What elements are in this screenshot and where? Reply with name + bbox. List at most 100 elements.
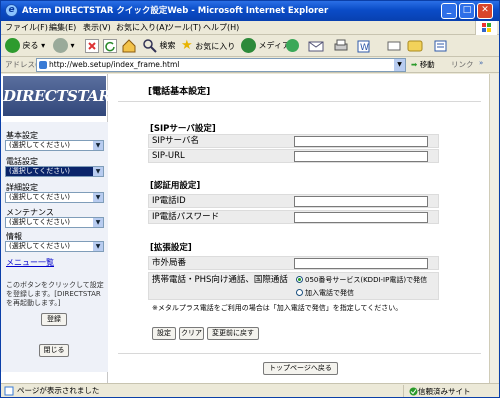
status-text: ページが表示されました: [17, 386, 100, 395]
stop-icon[interactable]: [85, 39, 99, 53]
menu-view[interactable]: 表示(V): [83, 22, 111, 34]
edit-icon[interactable]: W ▾: [356, 37, 378, 75]
radio-unselected-icon: [296, 289, 303, 296]
media-icon: [241, 38, 256, 53]
mail-icon[interactable]: [308, 37, 326, 55]
page-title: [電話基本設定]: [148, 87, 211, 97]
search-button[interactable]: 検索: [143, 37, 176, 55]
search-icon: [143, 38, 157, 53]
phone-id-input[interactable]: [294, 196, 428, 207]
area-code-label: 市外局番: [152, 258, 187, 268]
back-to-top-button[interactable]: トップページへ戻る: [263, 362, 338, 375]
phone-password-label: IP電話パスワード: [152, 212, 220, 222]
go-button[interactable]: ➡ 移動: [411, 59, 435, 70]
divider-bottom: [118, 353, 481, 354]
chevron-down-icon: ▼: [93, 242, 103, 251]
address-dropdown-icon[interactable]: ▼: [394, 59, 405, 71]
row-phone-password: IP電話パスワード: [148, 210, 439, 224]
radio-selected-icon: [296, 276, 303, 283]
menu-bar: ファイル(F) 編集(E) 表示(V) お気に入り(A) ツール(T) ヘルプ(…: [1, 21, 499, 35]
links-label[interactable]: リンク: [451, 59, 474, 70]
section-extended: [拡張設定]: [150, 243, 192, 253]
sip-url-input[interactable]: [294, 151, 428, 162]
select-info[interactable]: (選択してください) ▼: [5, 241, 104, 252]
maximize-button[interactable]: □: [459, 3, 475, 19]
chevron-down-icon: ▼: [93, 193, 103, 202]
chevron-down-icon: ▼: [93, 218, 103, 227]
menu-edit[interactable]: 編集(E): [49, 22, 76, 34]
trusted-check-icon: [409, 387, 418, 395]
title-bar: e Aterm DIRECTSTAR クイック設定Web - Microsoft…: [1, 1, 499, 21]
area-code-input[interactable]: [294, 258, 428, 269]
row-phone-id: IP電話ID: [148, 194, 439, 208]
register-note: このボタンをクリックして設定を登録します。[DIRECTSTARを再起動します。…: [6, 281, 104, 307]
select-advanced[interactable]: (選択してください) ▼: [5, 192, 104, 203]
phone-id-label: IP電話ID: [152, 196, 186, 206]
radio-landline[interactable]: 加入電話で発信: [296, 288, 354, 298]
page-content: DIRECTSTAR 基本設定 (選択してください) ▼ 電話設定 (選択してくだ…: [1, 74, 491, 383]
refresh-icon[interactable]: [103, 39, 117, 53]
forward-arrow-icon: [53, 38, 68, 53]
phone-password-input[interactable]: [294, 212, 428, 223]
research-icon[interactable]: [433, 37, 451, 55]
close-button[interactable]: ✕: [477, 3, 493, 19]
section-auth: [認証用設定]: [150, 181, 201, 191]
set-button[interactable]: 設定: [152, 327, 176, 340]
window-title: Aterm DIRECTSTAR クイック設定Web - Microsoft I…: [22, 6, 329, 16]
address-input[interactable]: http://web.setup/index_frame.html ▼: [36, 58, 406, 72]
menu-file[interactable]: ファイル(F): [5, 22, 48, 34]
favorites-button[interactable]: ★ お気に入り: [181, 37, 235, 55]
main-frame: [電話基本設定] [SIPサーバ設定] SIPサーバ名 SIP-URL [認証用…: [108, 74, 491, 383]
back-arrow-icon: [5, 38, 20, 53]
browser-window: e Aterm DIRECTSTAR クイック設定Web - Microsoft…: [0, 0, 500, 398]
discuss-icon[interactable]: [386, 37, 402, 55]
row-mobile-call: 携帯電話・PHS向け通話、国際通話 050番号サービス(KDDI-IP電話)で発…: [148, 272, 439, 300]
messenger-icon[interactable]: [407, 37, 425, 55]
svg-text:W: W: [360, 43, 369, 53]
menu-favorites[interactable]: お気に入り(A): [116, 22, 168, 34]
row-area-code: 市外局番: [148, 256, 439, 270]
status-bar: ページが表示されました 信頼済みサイト: [1, 383, 499, 397]
chevron-down-icon: ▼: [93, 167, 103, 176]
menu-list-link[interactable]: メニュー一覧: [6, 257, 54, 268]
mobile-call-label: 携帯電話・PHS向け通話、国際通話: [152, 275, 288, 285]
go-arrow-icon: ➡: [411, 60, 418, 69]
media-button[interactable]: メディア: [241, 37, 290, 55]
metal-plus-note: ※メタルプラス電話をご利用の場合は「加入電話で発信」を指定してください。: [152, 304, 403, 312]
page-done-icon: [4, 385, 14, 397]
page-icon: [39, 61, 47, 69]
windows-logo-icon: [475, 21, 497, 35]
select-basic[interactable]: (選択してください) ▼: [5, 140, 104, 151]
zone-indicator: 信頼済みサイト: [403, 385, 497, 397]
left-frame: DIRECTSTAR 基本設定 (選択してください) ▼ 電話設定 (選択してくだ…: [1, 74, 111, 383]
radio-050-service[interactable]: 050番号サービス(KDDI-IP電話)で発信: [296, 275, 427, 285]
sip-server-label: SIPサーバ名: [152, 136, 199, 146]
links-chevron-icon[interactable]: »: [479, 59, 483, 67]
toolbar: 戻る ▾ ▾ 検索 ★ お気に入り メディア W ▾: [1, 35, 499, 75]
close-page-button[interactable]: 閉じる: [39, 344, 69, 357]
sip-server-input[interactable]: [294, 136, 428, 147]
sip-url-label: SIP-URL: [152, 151, 185, 161]
forward-button[interactable]: ▾: [53, 37, 75, 55]
history-icon[interactable]: [286, 37, 301, 55]
row-sip-server: SIPサーバ名: [148, 134, 439, 148]
vertical-scrollbar[interactable]: [489, 74, 498, 383]
minimize-button[interactable]: _: [441, 3, 457, 19]
menu-help[interactable]: ヘルプ(H): [203, 22, 239, 34]
register-button[interactable]: 登録: [41, 313, 67, 326]
row-sip-url: SIP-URL: [148, 149, 439, 163]
ie-icon: e: [5, 4, 18, 17]
clear-button[interactable]: クリア: [179, 327, 204, 340]
home-icon[interactable]: [121, 37, 137, 55]
chevron-down-icon: ▼: [93, 141, 103, 150]
section-sip: [SIPサーバ設定]: [150, 124, 216, 134]
print-icon[interactable]: [333, 37, 351, 55]
select-phone[interactable]: (選択してください) ▼: [5, 166, 104, 177]
address-bar: アドレス(D) http://web.setup/index_frame.htm…: [1, 57, 499, 73]
star-icon: ★: [181, 38, 193, 53]
directstar-logo: DIRECTSTAR: [3, 76, 111, 116]
revert-button[interactable]: 変更前に戻す: [207, 327, 259, 340]
back-button[interactable]: 戻る ▾: [5, 37, 45, 55]
select-maintenance[interactable]: (選択してください) ▼: [5, 217, 104, 228]
menu-tools[interactable]: ツール(T): [166, 22, 201, 34]
